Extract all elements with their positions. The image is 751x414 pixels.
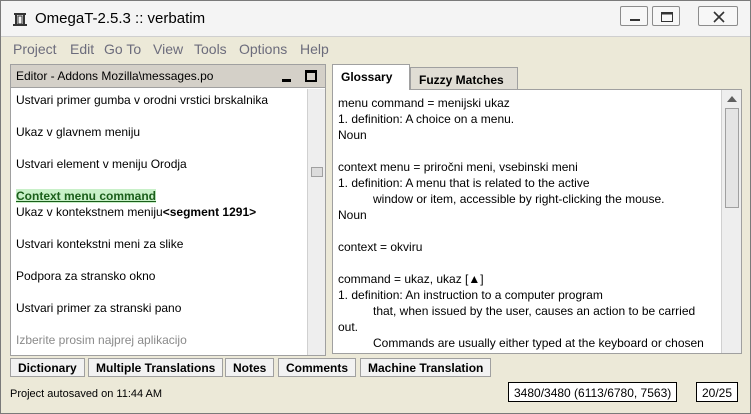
title-bar: OmegaT-2.5.3 :: verbatim — [1, 1, 750, 37]
editor-segments[interactable]: Ustvari primer gumba v orodni vrstici br… — [11, 89, 307, 355]
bottom-tabs: Dictionary Multiple Translations Notes C… — [10, 358, 742, 378]
glossary-line: 1. definition: A menu that is related to… — [338, 176, 590, 190]
maximize-button[interactable] — [652, 6, 680, 26]
tab-comments[interactable]: Comments — [278, 358, 357, 377]
editor-title: Editor - Addons Mozilla\messages.po — [16, 69, 214, 83]
glossary-line: context menu = priročni meni, vsebinski … — [338, 160, 578, 174]
glossary-scrollbar[interactable] — [721, 90, 741, 353]
segment-source[interactable]: Ukaz v glavnem meniju — [16, 125, 140, 139]
menu-help[interactable]: Help — [300, 41, 329, 57]
segment-source[interactable]: Ustvari kontekstni meni za slike — [16, 237, 183, 251]
segment-source[interactable]: Izberite prosim najprej aplikacijo — [16, 333, 187, 347]
close-button[interactable] — [698, 6, 738, 26]
editor-scrollbar[interactable] — [307, 89, 325, 355]
tab-machine-translation[interactable]: Machine Translation — [360, 358, 492, 377]
segment-source[interactable]: Podpora za stransko okno — [16, 269, 155, 283]
maximize-icon — [661, 12, 673, 22]
tab-multiple-translations[interactable]: Multiple Translations — [88, 358, 224, 377]
progress-counter: 3480/3480 (6113/6780, 7563) — [508, 382, 678, 402]
window-title: OmegaT-2.5.3 :: verbatim — [35, 10, 206, 27]
active-segment-target[interactable]: Ukaz v kontekstnem meniju<segment 1291> — [16, 205, 256, 219]
glossary-line: 1. definition: An instruction to a compu… — [338, 288, 603, 302]
close-icon — [713, 11, 725, 23]
glossary-line: Noun — [338, 208, 367, 222]
glossary-line: out. — [338, 320, 359, 334]
tab-dictionary[interactable]: Dictionary — [10, 358, 85, 377]
glossary-line: Noun — [338, 128, 367, 142]
segment-source[interactable]: Ustvari element v meniju Orodja — [16, 157, 187, 171]
menu-options[interactable]: Options — [239, 41, 287, 57]
status-bar: Project autosaved on 11:44 AM 3480/3480 … — [3, 381, 748, 411]
glossary-line: 1. definition: A choice on a menu. — [338, 112, 515, 126]
tab-notes[interactable]: Notes — [225, 358, 275, 377]
menu-project[interactable]: Project — [13, 41, 57, 57]
minimize-icon — [630, 19, 640, 21]
glossary-scroll-thumb[interactable] — [725, 108, 739, 208]
pane-maximize-icon[interactable] — [305, 70, 317, 82]
glossary-line: that, when issued by the user, causes an… — [373, 304, 696, 318]
segment-counter: 20/25 — [696, 382, 739, 402]
omegat-app-icon — [13, 13, 27, 26]
menu-tools[interactable]: Tools — [194, 41, 227, 57]
glossary-line: window or item, accessible by right-clic… — [373, 192, 665, 206]
omegat-window: OmegaT-2.5.3 :: verbatim Project Edit Go… — [0, 0, 751, 414]
glossary-line: command = ukaz, ukaz [▲] — [338, 272, 484, 286]
active-segment-translation[interactable]: Ukaz v kontekstnem meniju — [16, 205, 163, 219]
glossary-line: menu command = menijski ukaz — [338, 96, 510, 110]
glossary-line: Commands are usually either typed at the… — [373, 336, 704, 350]
segment-source[interactable]: Ustvari primer gumba v orodni vrstici br… — [16, 93, 268, 107]
glossary-content: menu command = menijski ukaz 1. definiti… — [332, 89, 742, 354]
segment-source[interactable]: Ustvari primer za stranski pano — [16, 301, 181, 315]
status-message: Project autosaved on 11:44 AM — [10, 388, 163, 400]
menu-view[interactable]: View — [153, 41, 183, 57]
glossary-pane: Glossary Fuzzy Matches menu command = me… — [332, 64, 742, 354]
segment-marker: <segment 1291> — [162, 205, 257, 219]
editor-scroll-thumb[interactable] — [311, 167, 323, 177]
editor-pane: Editor - Addons Mozilla\messages.po Ustv… — [10, 64, 326, 356]
minimize-button[interactable] — [620, 6, 648, 26]
menu-edit[interactable]: Edit — [70, 41, 94, 57]
editor-header: Editor - Addons Mozilla\messages.po — [11, 65, 325, 88]
scroll-up-arrow-icon[interactable] — [727, 96, 737, 102]
pane-minimize-icon[interactable] — [281, 71, 293, 83]
glossary-line: context = okviru — [338, 240, 423, 254]
tab-fuzzy-matches[interactable]: Fuzzy Matches — [410, 67, 518, 89]
menu-goto[interactable]: Go To — [104, 41, 141, 57]
menu-bar: Project Edit Go To View Tools Options He… — [3, 38, 748, 61]
active-segment-source[interactable]: Context menu command — [16, 189, 157, 203]
tab-glossary[interactable]: Glossary — [332, 64, 410, 90]
